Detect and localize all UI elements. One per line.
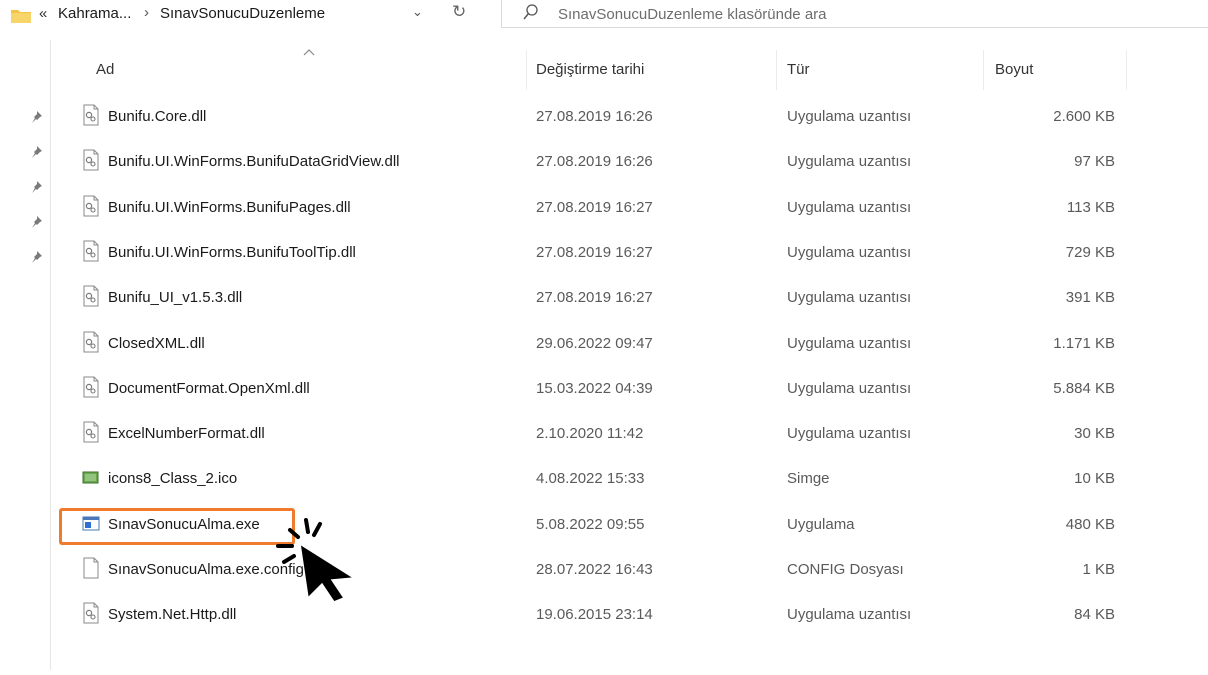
file-type: Uygulama uzantısı [787, 153, 912, 171]
file-row[interactable]: Bunifu.UI.WinForms.BunifuDataGridView.dl… [0, 149, 1208, 198]
dll-file-icon [82, 602, 100, 624]
search-icon [523, 4, 538, 20]
file-row[interactable]: ClosedXML.dll 29.06.2022 09:47 Uygulama uz… [0, 331, 1208, 380]
file-row[interactable]: DocumentFormat.OpenXml.dll 15.03.2022 04:… [0, 376, 1208, 425]
file-name: Bunifu.UI.WinForms.BunifuDataGridView.dl… [108, 153, 400, 171]
highlight-box [59, 508, 295, 545]
config-file-icon [82, 557, 100, 579]
column-header-name[interactable]: Ad [96, 61, 114, 78]
file-size: 729 KB [1065, 243, 1115, 261]
file-type: Simge [787, 470, 830, 488]
sort-ascending-icon [303, 49, 315, 56]
file-type: Uygulama uzantısı [787, 198, 912, 216]
breadcrumb-overflow-icon[interactable]: « [39, 5, 47, 22]
file-date: 27.08.2019 16:26 [536, 153, 653, 171]
file-date: 27.08.2019 16:27 [536, 289, 653, 307]
file-date: 4.08.2022 15:33 [536, 470, 645, 488]
file-row[interactable]: Bunifu.UI.WinForms.BunifuToolTip.dll 27.0… [0, 240, 1208, 289]
column-divider[interactable] [776, 50, 777, 90]
dll-file-icon [82, 104, 100, 126]
file-size: 5.884 KB [1053, 379, 1115, 397]
file-type: Uygulama uzantısı [787, 108, 912, 125]
file-type: Uygulama uzantısı [787, 379, 912, 397]
file-name: Bunifu.UI.WinForms.BunifuPages.dll [108, 198, 351, 216]
breadcrumb-item-current[interactable]: SınavSonucuDuzenleme [160, 5, 325, 22]
column-divider[interactable] [983, 50, 984, 90]
file-row[interactable]: ExcelNumberFormat.dll 2.10.2020 11:42 Uygu… [0, 421, 1208, 470]
file-date: 5.08.2022 09:55 [536, 515, 645, 533]
column-divider[interactable] [526, 50, 527, 90]
file-size: 84 KB [1074, 606, 1115, 624]
file-size: 113 KB [1066, 198, 1115, 216]
file-date: 2.10.2020 11:42 [536, 425, 644, 443]
address-dropdown-icon[interactable]: ⌄ [412, 4, 423, 20]
breadcrumb-chevron-icon[interactable]: › [144, 4, 149, 21]
file-date: 27.08.2019 16:27 [536, 243, 653, 261]
file-type: CONFIG Dosyası [787, 561, 904, 578]
file-date: 28.07.2022 16:43 [536, 561, 653, 578]
breadcrumb[interactable]: « Kahrama... › SınavSonucuDuzenleme ⌄ ↻ [0, 0, 488, 29]
file-row[interactable]: System.Net.Http.dll 19.06.2015 23:14 Uygul… [0, 602, 1208, 651]
file-date: 15.03.2022 04:39 [536, 379, 653, 397]
file-size: 97 KB [1074, 153, 1115, 171]
dll-file-icon [82, 240, 100, 262]
file-row[interactable]: Bunifu_UI_v1.5.3.dll 27.08.2019 16:27 Uygu… [0, 285, 1208, 334]
refresh-icon[interactable]: ↻ [452, 2, 466, 22]
file-size: 2.600 KB [1053, 108, 1115, 125]
file-name: ClosedXML.dll [108, 334, 205, 352]
file-size: 30 KB [1074, 425, 1115, 443]
folder-icon [11, 10, 31, 23]
column-header-date[interactable]: Değiştirme tarihi [536, 61, 644, 78]
column-divider[interactable] [1126, 50, 1127, 90]
file-size: 480 KB [1065, 515, 1115, 533]
file-name: Bunifu.UI.WinForms.BunifuToolTip.dll [108, 243, 356, 261]
file-name: ExcelNumberFormat.dll [108, 425, 265, 443]
address-bar: « Kahrama... › SınavSonucuDuzenleme ⌄ ↻ … [0, 0, 1208, 30]
file-name: icons8_Class_2.ico [108, 470, 238, 488]
file-size: 1 KB [1082, 561, 1115, 578]
file-type: Uygulama uzantısı [787, 425, 912, 443]
file-date: 19.06.2015 23:14 [536, 606, 653, 624]
mouse-pointer-icon [276, 518, 357, 603]
ico-file-icon [82, 466, 100, 488]
file-type: Uygulama uzantısı [787, 289, 912, 307]
column-header-size[interactable]: Boyut [995, 61, 1033, 78]
file-name: Bunifu.Core.dll [108, 108, 207, 125]
file-name: Bunifu_UI_v1.5.3.dll [108, 289, 243, 307]
file-size: 1.171 KB [1053, 334, 1115, 352]
file-date: 27.08.2019 16:26 [536, 108, 653, 125]
file-name: System.Net.Http.dll [108, 606, 237, 624]
file-row[interactable]: SınavSonucuAlma.exe.config 28.07.2022 16:… [0, 557, 1208, 606]
file-row[interactable]: Bunifu.Core.dll 27.08.2019 16:26 Uygulama … [0, 104, 1208, 153]
dll-file-icon [82, 285, 100, 307]
file-size: 391 KB [1065, 289, 1115, 307]
dll-file-icon [82, 376, 100, 398]
breadcrumb-item-parent[interactable]: Kahrama... [58, 5, 131, 22]
dll-file-icon [82, 195, 100, 217]
file-date: 27.08.2019 16:27 [536, 198, 653, 216]
file-name: DocumentFormat.OpenXml.dll [108, 379, 310, 397]
file-size: 10 KB [1074, 470, 1115, 488]
file-type: Uygulama uzantısı [787, 243, 912, 261]
dll-file-icon [82, 421, 100, 443]
file-date: 29.06.2022 09:47 [536, 334, 653, 352]
file-type: Uygulama [787, 515, 855, 533]
file-type: Uygulama uzantısı [787, 606, 912, 624]
dll-file-icon [82, 331, 100, 353]
search-input[interactable]: SınavSonucuDuzenleme klasöründe ara [558, 6, 827, 23]
dll-file-icon [82, 149, 100, 171]
file-type: Uygulama uzantısı [787, 334, 912, 352]
column-header-type[interactable]: Tür [787, 61, 810, 78]
file-row[interactable]: Bunifu.UI.WinForms.BunifuPages.dll 27.08.… [0, 195, 1208, 244]
